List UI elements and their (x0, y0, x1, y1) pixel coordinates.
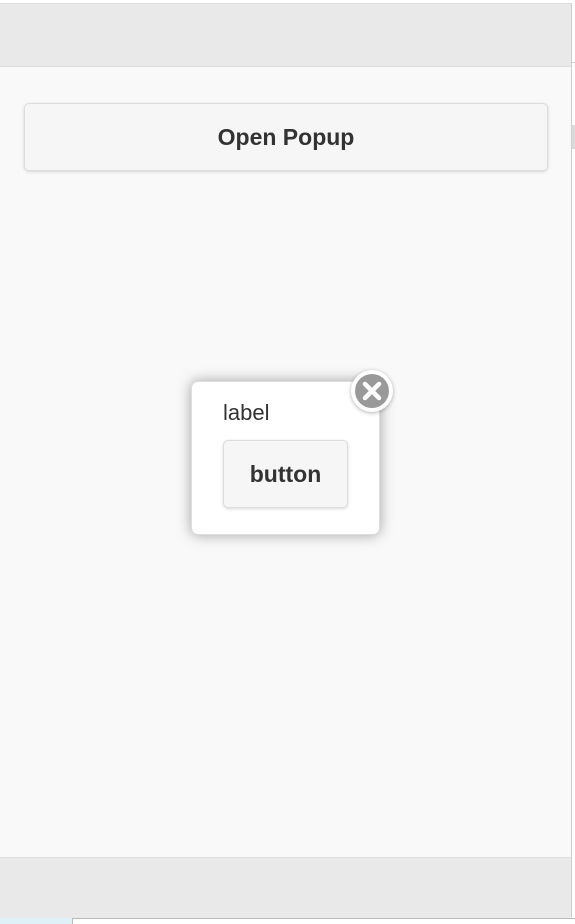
popup-label: label (223, 400, 270, 425)
close-circle-icon (355, 374, 389, 408)
popup-close-button[interactable] (351, 370, 393, 412)
taskbar-right-segment (72, 918, 575, 924)
taskbar-left-segment (0, 918, 72, 924)
footer-bar (0, 857, 571, 918)
open-popup-button[interactable]: Open Popup (24, 103, 548, 171)
header-bar (0, 4, 571, 67)
popup-button[interactable]: button (223, 440, 348, 508)
